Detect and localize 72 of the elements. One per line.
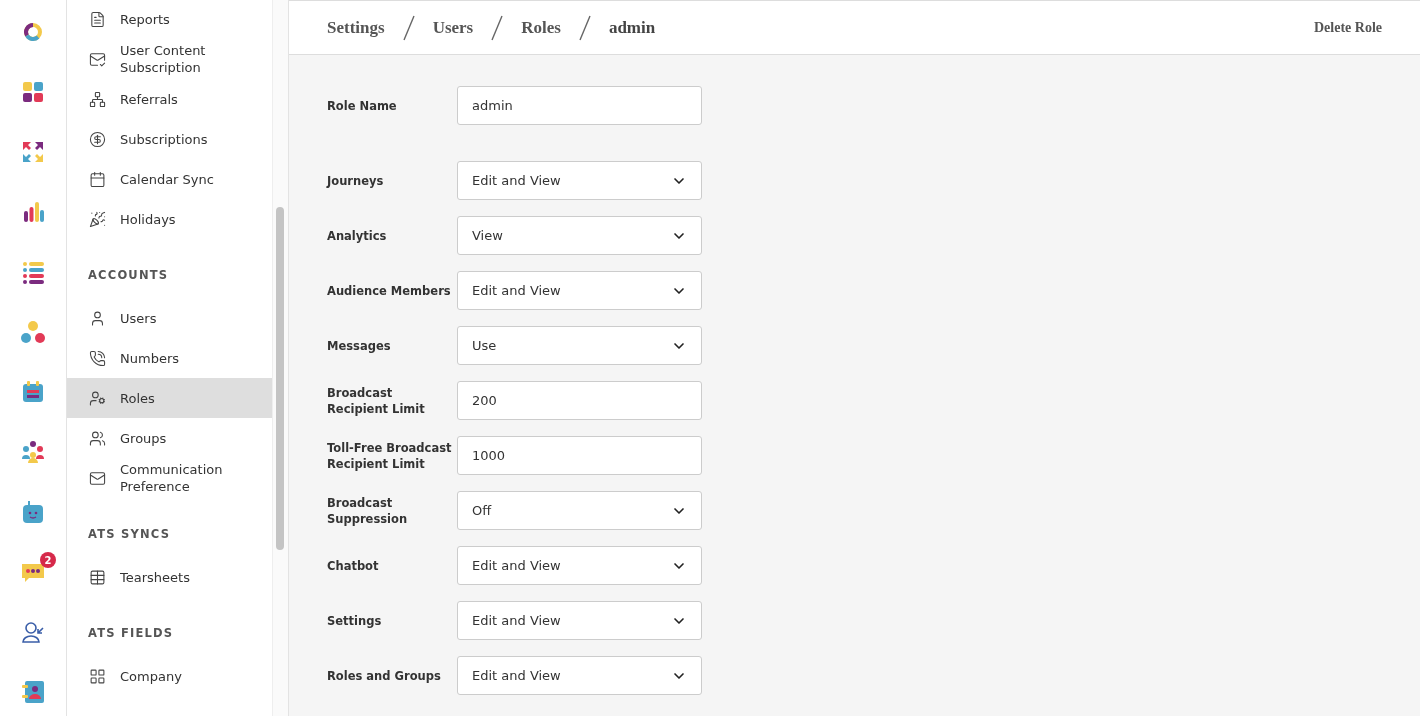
sidebar-item[interactable]: Subscriptions bbox=[67, 119, 272, 159]
grid-icon bbox=[89, 667, 106, 685]
breadcrumb-current: admin bbox=[608, 17, 656, 38]
user-icon bbox=[89, 309, 106, 327]
select-dropdown[interactable]: Edit and View bbox=[457, 271, 702, 310]
users-icon bbox=[89, 429, 106, 447]
sidebar-item[interactable]: Referrals bbox=[67, 79, 272, 119]
field-label: Messages bbox=[327, 337, 392, 354]
sidebar-item[interactable]: Communication Preference bbox=[67, 458, 272, 498]
user-arrow-icon[interactable] bbox=[21, 620, 45, 644]
document-icon bbox=[89, 10, 106, 28]
bar-chart-icon[interactable] bbox=[21, 200, 45, 224]
mail-check-icon bbox=[89, 50, 106, 68]
breadcrumb-link[interactable]: Settings bbox=[327, 17, 385, 38]
select-dropdown[interactable]: Edit and View bbox=[457, 601, 702, 640]
field-label: Toll-Free Broadcast Recipient Limit bbox=[327, 439, 453, 472]
select-dropdown[interactable]: Edit and View bbox=[457, 161, 702, 200]
sidebar-item[interactable]: Groups bbox=[67, 418, 272, 458]
contact-book-icon[interactable] bbox=[21, 680, 45, 704]
field-label: Settings bbox=[327, 612, 383, 629]
select-dropdown[interactable]: Edit and View bbox=[457, 656, 702, 695]
sidebar-item[interactable]: Company bbox=[67, 656, 272, 696]
table-icon bbox=[89, 568, 106, 586]
field-label: Journeys bbox=[327, 172, 385, 189]
input-field[interactable]: 1000 bbox=[457, 436, 702, 475]
field-label: Roles and Groups bbox=[327, 667, 442, 684]
select-dropdown[interactable]: Off bbox=[457, 491, 702, 530]
sidebar-item[interactable]: Tearsheets bbox=[67, 557, 272, 597]
sidebar-item[interactable]: Reports bbox=[67, 0, 272, 39]
dollar-circle-icon bbox=[89, 130, 106, 148]
sidebar-item[interactable]: Roles bbox=[67, 378, 272, 418]
breadcrumb-link[interactable]: Users bbox=[432, 17, 474, 38]
grid-icon[interactable] bbox=[21, 80, 45, 104]
breadcrumb-link[interactable]: Roles bbox=[521, 17, 561, 38]
section-heading: ATS SYNCS bbox=[88, 527, 171, 541]
breadcrumb-separator bbox=[491, 14, 504, 41]
list-icon[interactable] bbox=[21, 260, 45, 284]
people-icon[interactable] bbox=[21, 440, 45, 464]
scrollbar-thumb[interactable] bbox=[276, 207, 284, 550]
field-label: Role Name bbox=[327, 97, 398, 114]
field-label: Analytics bbox=[327, 227, 388, 244]
party-popper-icon bbox=[89, 210, 106, 228]
arrows-icon[interactable] bbox=[21, 140, 45, 164]
select-dropdown[interactable]: Edit and View bbox=[457, 546, 702, 585]
field-label: Audience Members bbox=[327, 282, 452, 299]
breadcrumb-separator bbox=[402, 14, 415, 41]
section-heading: ACCOUNTS bbox=[88, 268, 169, 282]
sidebar-item[interactable]: Holidays bbox=[67, 199, 272, 239]
network-icon bbox=[89, 90, 106, 108]
user-gear-icon bbox=[89, 389, 106, 407]
delete-role-button[interactable]: Delete Role bbox=[1313, 19, 1382, 36]
robot-icon[interactable] bbox=[21, 500, 45, 524]
field-label: Chatbot bbox=[327, 557, 380, 574]
mail-icon bbox=[89, 469, 106, 487]
sidebar-item[interactable]: Calendar Sync bbox=[67, 159, 272, 199]
breadcrumb-separator bbox=[578, 14, 591, 41]
sidebar-item[interactable]: Numbers bbox=[67, 338, 272, 378]
section-heading: ATS FIELDS bbox=[88, 626, 174, 640]
field-label: Broadcast Suppression bbox=[327, 494, 409, 527]
calendar-icon[interactable] bbox=[21, 380, 45, 404]
notification-badge: 2 bbox=[40, 552, 56, 568]
select-dropdown[interactable]: Use bbox=[457, 326, 702, 365]
select-dropdown[interactable]: View bbox=[457, 216, 702, 255]
nodes-icon[interactable] bbox=[21, 320, 45, 344]
donut-logo-icon[interactable] bbox=[21, 20, 45, 44]
sidebar-item[interactable]: Users bbox=[67, 298, 272, 338]
calendar-icon bbox=[89, 170, 106, 188]
phone-icon bbox=[89, 349, 106, 367]
input-field[interactable]: admin bbox=[457, 86, 702, 125]
sidebar-item[interactable]: User Content Subscription bbox=[67, 39, 272, 79]
field-label: Broadcast Recipient Limit bbox=[327, 384, 426, 417]
input-field[interactable]: 200 bbox=[457, 381, 702, 420]
